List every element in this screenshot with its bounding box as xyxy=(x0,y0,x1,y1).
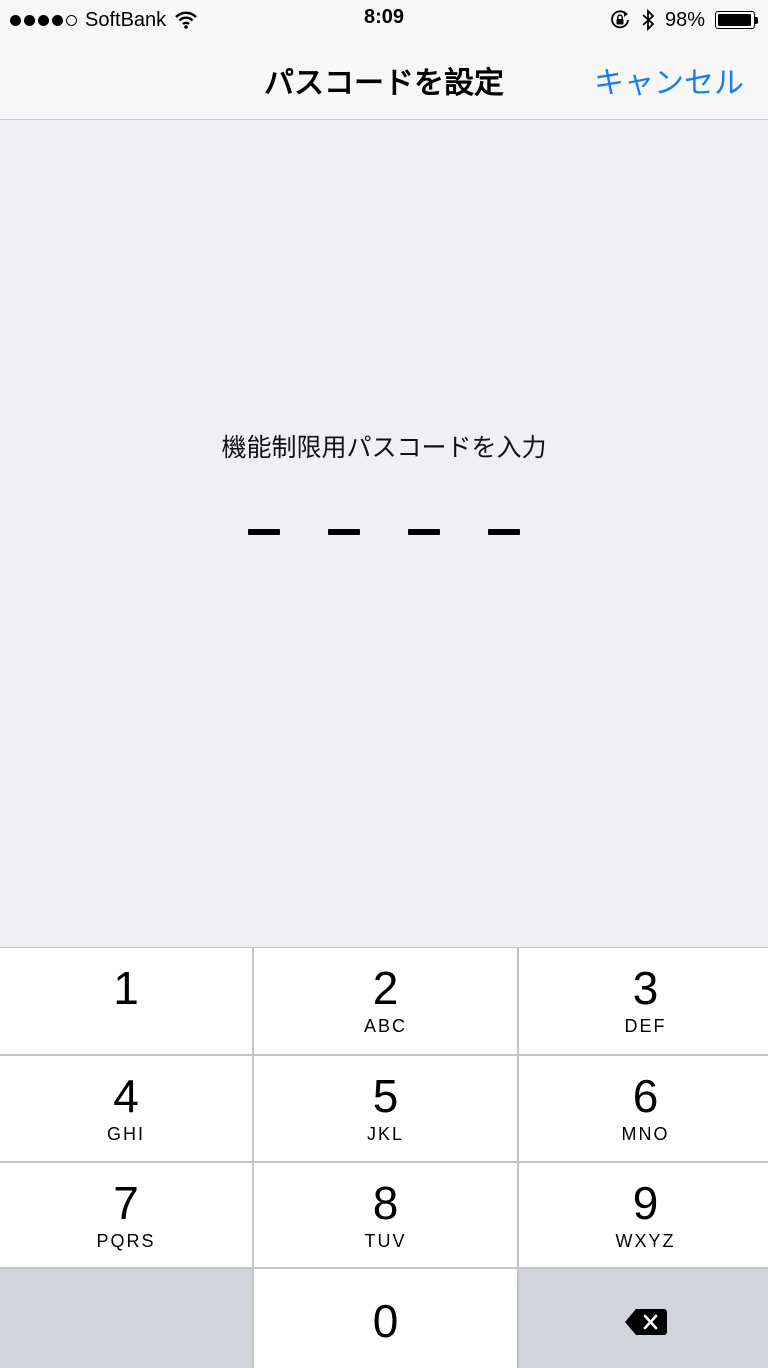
status-bar: SoftBank 8:09 98% xyxy=(0,0,768,40)
backspace-icon xyxy=(624,1309,667,1335)
passcode-slot xyxy=(328,529,360,535)
status-right: 98% xyxy=(609,6,758,34)
key-digit: 7 xyxy=(113,1177,139,1229)
key-letters: WXYZ xyxy=(615,1231,676,1251)
cancel-button[interactable]: キャンセル xyxy=(594,58,744,102)
key-1[interactable]: 1 xyxy=(0,948,252,1054)
key-digit: 2 xyxy=(372,962,399,1014)
key-digit: 6 xyxy=(632,1070,659,1122)
key-7[interactable]: 7 PQRS xyxy=(0,1163,252,1267)
key-9[interactable]: 9 WXYZ xyxy=(519,1163,768,1267)
key-2[interactable]: 2 ABC xyxy=(254,948,517,1054)
blank-key xyxy=(0,1269,252,1368)
key-letters: MNO xyxy=(621,1124,670,1144)
key-digit: 0 xyxy=(372,1295,399,1347)
key-digit: 9 xyxy=(632,1177,659,1229)
key-letters: JKL xyxy=(366,1124,405,1144)
battery-icon xyxy=(715,11,758,29)
key-0[interactable]: 0 xyxy=(254,1269,517,1368)
passcode-slot xyxy=(248,529,280,535)
key-letters: ABC xyxy=(363,1016,407,1036)
passcode-slot xyxy=(408,529,440,535)
key-8[interactable]: 8 TUV xyxy=(254,1163,517,1267)
key-digit: 4 xyxy=(113,1070,139,1122)
key-6[interactable]: 6 MNO xyxy=(519,1056,768,1161)
navigation-bar: パスコードを設定 キャンセル xyxy=(0,40,768,120)
key-digit: 3 xyxy=(632,962,659,1014)
battery-fill xyxy=(718,14,752,26)
rotation-lock-icon xyxy=(611,10,629,29)
key-letters: TUV xyxy=(364,1231,407,1251)
key-5[interactable]: 5 JKL xyxy=(254,1056,517,1161)
bluetooth-icon xyxy=(642,9,655,31)
passcode-prompt: 機能制限用パスコードを入力 xyxy=(221,433,547,462)
key-letters: DEF xyxy=(624,1016,667,1036)
key-letters: GHI xyxy=(106,1124,145,1144)
key-digit: 5 xyxy=(372,1070,399,1122)
key-digit: 8 xyxy=(372,1177,399,1229)
key-3[interactable]: 3 DEF xyxy=(519,948,768,1054)
key-digit: 1 xyxy=(113,962,139,1014)
numeric-keypad: 1 2 ABC 3 DEF 4 GHI 5 JKL 6 MNO 7 PQRS 8… xyxy=(0,947,768,1368)
passcode-entry-field[interactable] xyxy=(0,529,768,535)
passcode-slot xyxy=(488,529,520,535)
key-letters: PQRS xyxy=(96,1231,156,1251)
key-4[interactable]: 4 GHI xyxy=(0,1056,252,1161)
battery-percent: 98% xyxy=(664,8,705,31)
delete-key[interactable] xyxy=(519,1269,768,1368)
